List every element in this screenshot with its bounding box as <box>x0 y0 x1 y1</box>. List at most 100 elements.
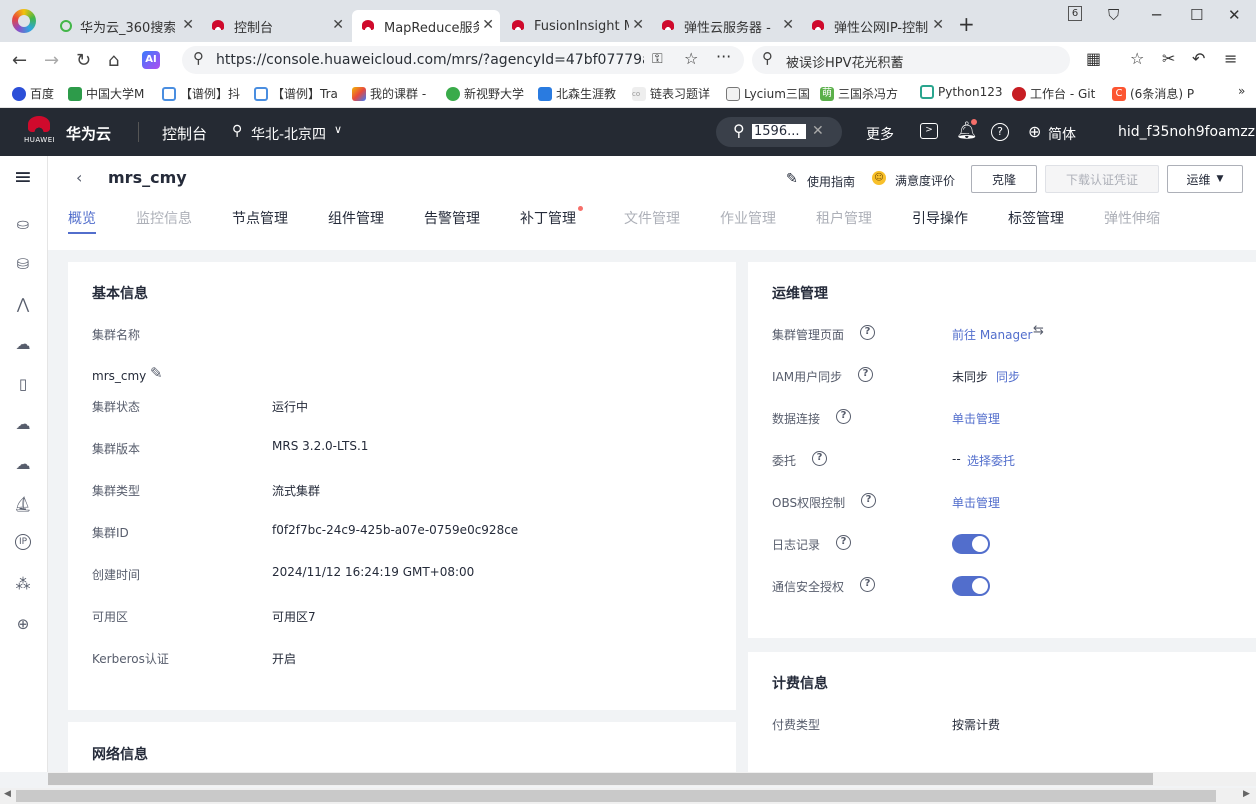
tab-autoscaling[interactable]: 弹性伸缩 <box>1104 208 1160 228</box>
ip-icon[interactable]: IP <box>15 534 31 550</box>
star-icon[interactable]: ☆ <box>684 49 698 68</box>
bookmark-sanguosha[interactable]: 萌三国杀冯方 <box>820 85 898 102</box>
help-icon[interactable]: ? <box>812 451 827 466</box>
cut-icon[interactable]: ✂ <box>1162 49 1175 68</box>
user-account[interactable]: hid_f35noh9foamzzph <box>1118 124 1256 140</box>
chevron-down-icon[interactable]: ∨ <box>334 123 342 136</box>
tab-nodes[interactable]: 节点管理 <box>232 208 288 228</box>
cloud-upload-icon[interactable]: ☁ <box>13 334 33 354</box>
tab-mapreduce[interactable]: MapReduce服务 ✕ <box>352 10 500 42</box>
close-window-button[interactable]: ✕ <box>1228 6 1241 24</box>
tab-files[interactable]: 文件管理 <box>624 208 680 228</box>
bookmark-beisen[interactable]: 北森生涯教 <box>538 85 616 102</box>
bookmark-newhorizon[interactable]: 新视野大学 <box>446 85 524 102</box>
close-icon[interactable]: ✕ <box>782 17 794 33</box>
tab-eip[interactable]: 弹性公网IP-控制 ✕ <box>802 10 950 42</box>
select-agency-link[interactable]: 选择委托 <box>967 452 1015 469</box>
web-icon[interactable]: ⊕ <box>13 614 33 634</box>
console-link[interactable]: 控制台 <box>162 123 207 144</box>
close-icon[interactable]: ✕ <box>182 17 194 33</box>
reload-button[interactable]: ↻ <box>76 50 91 71</box>
cluster-icon[interactable]: ⁂ <box>13 574 33 594</box>
bookmark-bili-2[interactable]: 【谱例】Tra <box>254 85 338 102</box>
bookmark-bili-1[interactable]: 【谱例】抖 <box>162 85 240 102</box>
page-scroll-thumb[interactable] <box>48 773 1153 785</box>
edit-icon[interactable]: ✎ <box>150 364 163 382</box>
tab-tenants[interactable]: 租户管理 <box>816 208 872 228</box>
undo-icon[interactable]: ↶ <box>1192 49 1205 68</box>
bookmark-gitee[interactable]: 工作台 - Git <box>1012 85 1095 102</box>
obs-permission-link[interactable]: 单击管理 <box>952 494 1000 511</box>
bookmark-baidu[interactable]: 百度 <box>12 85 54 102</box>
tab-360-search[interactable]: 华为云_360搜索 ✕ <box>52 10 200 42</box>
cloud-icon[interactable]: ☁ <box>13 414 33 434</box>
tab-monitor[interactable]: 监控信息 <box>136 208 192 228</box>
tab-tags[interactable]: 标签管理 <box>1008 208 1064 228</box>
tab-ecs[interactable]: 弹性云服务器 - ✕ <box>652 10 800 42</box>
help-icon[interactable]: ? <box>860 325 875 340</box>
scroll-right-arrow[interactable]: ▶ <box>1243 789 1250 799</box>
tab-bootstrap[interactable]: 引导操作 <box>912 208 968 228</box>
help-icon[interactable]: ? <box>991 123 1009 141</box>
favorites-icon[interactable]: ☆ <box>1130 49 1144 68</box>
database-icon[interactable]: ⛁ <box>13 254 33 274</box>
terminal-icon[interactable]: > <box>920 123 938 139</box>
forward-button[interactable]: → <box>44 50 59 71</box>
tab-count-badge[interactable]: 6 <box>1068 6 1082 21</box>
tab-overview[interactable]: 概览 <box>68 208 96 228</box>
close-icon[interactable]: ✕ <box>482 17 494 33</box>
home-button[interactable]: ⌂ <box>108 50 119 71</box>
more-menu[interactable]: 更多 <box>866 124 894 144</box>
log-record-toggle[interactable] <box>952 534 990 554</box>
tab-alarms[interactable]: 告警管理 <box>424 208 480 228</box>
help-icon[interactable]: ? <box>858 367 873 382</box>
bookmarks-more-icon[interactable]: » <box>1238 84 1245 98</box>
secure-communication-toggle[interactable] <box>952 576 990 596</box>
rating-link[interactable]: 满意度评价 <box>895 172 955 189</box>
bookmark-course[interactable]: 我的课群 - <box>352 85 426 102</box>
back-button[interactable]: ← <box>12 50 27 71</box>
help-icon[interactable]: ? <box>860 577 875 592</box>
scroll-left-arrow[interactable]: ◀ <box>4 789 11 799</box>
brand-name[interactable]: 华为云 <box>66 123 111 144</box>
bookmark-lycium[interactable]: Lycium三国 <box>726 85 810 102</box>
bookmark-csdn[interactable]: C (6条消息) P <box>1112 85 1194 102</box>
cloud-server-icon[interactable]: ⛀ <box>13 214 33 234</box>
close-icon[interactable]: ✕ <box>932 17 944 33</box>
close-icon[interactable]: ✕ <box>332 17 344 33</box>
help-icon[interactable]: ? <box>836 535 851 550</box>
browser-scroll-thumb[interactable] <box>16 790 1216 802</box>
bookmark-linkedlist[interactable]: co 链表习题详 <box>632 85 710 102</box>
ship-icon[interactable]: ⛵︎ <box>13 494 33 514</box>
tab-fusioninsight[interactable]: FusionInsight M ✕ <box>502 10 650 42</box>
iam-sync-link[interactable]: 同步 <box>996 368 1020 385</box>
language-selector[interactable]: 简体 <box>1048 124 1076 144</box>
ops-dropdown-button[interactable]: 运维 ▼ <box>1167 165 1243 193</box>
region-selector[interactable]: 华北-北京四 <box>251 124 326 144</box>
monitor-cloud-icon[interactable]: ☁ <box>13 454 33 474</box>
help-icon[interactable]: ? <box>861 493 876 508</box>
menu-icon[interactable]: ≡ <box>1224 49 1237 68</box>
guide-link[interactable]: 使用指南 <box>807 173 855 190</box>
key-icon[interactable]: ⚿ <box>652 51 663 67</box>
more-dots-icon[interactable]: ··· <box>716 47 731 66</box>
bookmark-mooc[interactable]: 中国大学M <box>68 85 144 102</box>
hamburger-menu-icon[interactable]: ≡ <box>13 167 33 189</box>
clear-icon[interactable]: ✕ <box>812 123 824 139</box>
download-cert-button[interactable]: 下载认证凭证 <box>1045 165 1159 193</box>
url-text[interactable]: https://console.huaweicloud.com/mrs/?age… <box>216 52 644 68</box>
tab-patches[interactable]: 补丁管理 <box>520 208 576 228</box>
global-search-input[interactable]: 1596... <box>752 124 806 139</box>
minimize-button[interactable]: ─ <box>1152 6 1161 24</box>
apps-grid-icon[interactable]: ▦ <box>1086 49 1101 68</box>
huawei-logo[interactable]: HUAWEI <box>24 116 55 148</box>
browser-search-text[interactable]: 被误诊HPV花光积蓄 <box>786 52 904 71</box>
close-icon[interactable]: ✕ <box>632 17 644 33</box>
bookmark-python123[interactable]: Python123 <box>920 85 1003 99</box>
help-icon[interactable]: ? <box>836 409 851 424</box>
new-tab-button[interactable]: + <box>958 14 975 34</box>
ai-icon[interactable]: AI <box>142 51 160 69</box>
manager-link[interactable]: 前往 Manager <box>952 326 1032 343</box>
data-connection-link[interactable]: 单击管理 <box>952 410 1000 427</box>
clone-button[interactable]: 克隆 <box>971 165 1037 193</box>
